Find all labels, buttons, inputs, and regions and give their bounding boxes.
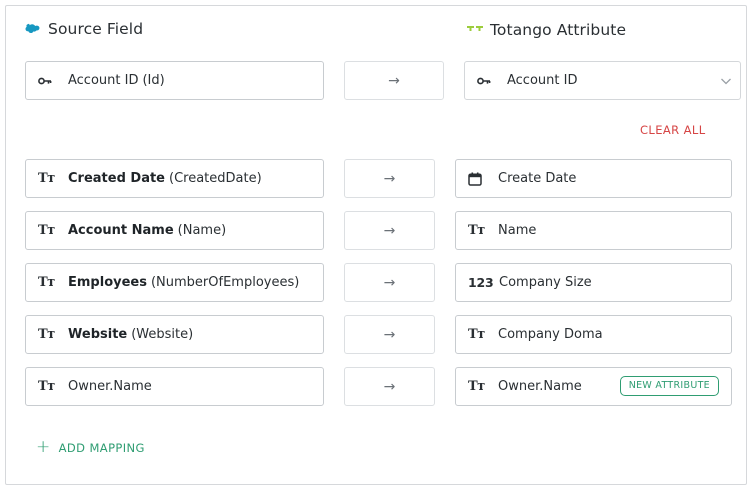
text-type-icon: Tт [38, 327, 58, 342]
source-field-name: Created Date [68, 171, 165, 186]
target-attribute-field[interactable]: Create Date [455, 159, 732, 198]
text-type-icon: Tт [468, 379, 488, 394]
target-attribute-value: Company Doma [498, 327, 603, 342]
text-type-glyph: Tт [468, 223, 485, 238]
arrow-right-icon: → [383, 222, 396, 239]
text-type-glyph: Tт [38, 327, 55, 342]
arrow-right-icon: → [383, 274, 396, 291]
key-icon [38, 76, 58, 86]
source-field-api: (NumberOfEmployees) [150, 275, 300, 290]
text-type-icon: Tт [38, 379, 58, 394]
source-field[interactable]: Tт Account Name (Name) [25, 211, 324, 250]
arrow-right-icon: → [383, 170, 396, 187]
target-attribute-field[interactable]: Tт Owner.Name NEW ATTRIBUTE [455, 367, 732, 406]
target-attribute-value: Create Date [498, 171, 577, 186]
source-field-api: (CreatedDate) [169, 171, 262, 186]
source-field[interactable]: Tт Owner.Name [25, 367, 324, 406]
key-arrow: → [344, 61, 444, 100]
text-type-glyph: Tт [468, 327, 485, 342]
source-field-name: Website [68, 327, 128, 342]
key-target-select[interactable]: Account ID [464, 61, 741, 100]
key-source-field[interactable]: Account ID (Id) [25, 61, 324, 100]
totango-attribute-header: Totango Attribute [467, 21, 626, 39]
source-field[interactable]: Tт Employees (NumberOfEmployees) [25, 263, 324, 302]
text-type-icon: Tт [38, 275, 58, 290]
totango-logo-icon [467, 25, 483, 35]
mapping-arrow: → [344, 263, 435, 302]
arrow-right-icon: → [383, 326, 396, 343]
source-field-api: (Website) [131, 327, 194, 342]
text-type-glyph: Tт [38, 379, 55, 394]
text-type-icon: Tт [468, 327, 488, 342]
number-type-icon: 123 [468, 275, 494, 290]
mapping-arrow: → [344, 159, 435, 198]
text-type-icon: Tт [38, 223, 58, 238]
text-type-glyph: Tт [38, 223, 55, 238]
chevron-down-icon[interactable] [720, 75, 732, 87]
source-field-header: Source Field [25, 20, 143, 38]
target-attribute-value: Owner.Name [498, 379, 582, 394]
calendar-icon [468, 172, 488, 186]
number-type-glyph: 123 [468, 275, 494, 290]
key-target-value: Account ID [507, 73, 578, 88]
target-attribute-value: Name [498, 223, 537, 238]
text-type-glyph: Tт [38, 171, 55, 186]
text-type-glyph: Tт [468, 379, 485, 394]
mapping-arrow: → [344, 367, 435, 406]
key-source-name: Account ID [68, 73, 139, 88]
clear-all-button[interactable]: CLEAR ALL [640, 123, 706, 137]
target-attribute-field[interactable]: Tт Company Doma [455, 315, 732, 354]
source-field-api: (Name) [177, 223, 227, 238]
target-attribute-value: Company Size [499, 275, 592, 290]
target-attribute-field[interactable]: Tт Name [455, 211, 732, 250]
source-field-name: Account Name [68, 223, 174, 238]
arrow-right-icon: → [383, 378, 396, 395]
salesforce-cloud-icon [25, 23, 41, 35]
text-type-icon: Tт [468, 223, 488, 238]
source-field-name: Employees [68, 275, 147, 290]
source-field[interactable]: Tт Created Date (CreatedDate) [25, 159, 324, 198]
totango-attribute-title: Totango Attribute [490, 21, 627, 39]
key-icon [477, 76, 497, 86]
target-attribute-field[interactable]: 123 Company Size [455, 263, 732, 302]
arrow-right-icon: → [388, 72, 400, 89]
add-mapping-button[interactable]: + ADD MAPPING [36, 439, 145, 456]
plus-icon: + [36, 437, 51, 457]
add-mapping-label: ADD MAPPING [58, 440, 145, 455]
key-source-api: (Id) [142, 73, 165, 88]
source-field-title: Source Field [48, 20, 144, 38]
text-type-glyph: Tт [38, 275, 55, 290]
source-field[interactable]: Tт Website (Website) [25, 315, 324, 354]
mapping-arrow: → [344, 315, 435, 354]
new-attribute-badge: NEW ATTRIBUTE [619, 375, 719, 396]
mapping-arrow: → [344, 211, 435, 250]
text-type-icon: Tт [38, 171, 58, 186]
source-field-api: Owner.Name [68, 379, 152, 394]
